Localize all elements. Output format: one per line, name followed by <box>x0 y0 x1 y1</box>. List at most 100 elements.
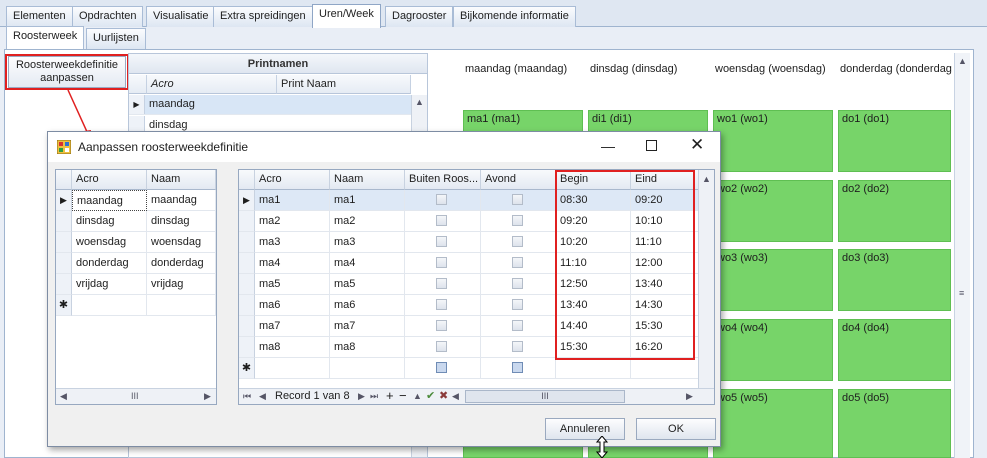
cell-buiten-rooster[interactable] <box>405 211 481 232</box>
ok-button[interactable]: OK <box>636 418 716 440</box>
cell-naam[interactable]: ma2 <box>330 211 405 232</box>
avond-checkbox-new[interactable] <box>512 362 523 373</box>
scroll-right-icon[interactable]: ▶ <box>204 391 211 402</box>
edit-record-icon[interactable]: ▲ <box>413 391 422 401</box>
cell-avond[interactable] <box>481 337 556 358</box>
cell-eind[interactable]: 15:30 <box>631 316 706 337</box>
slot-do5[interactable]: do5 (do5) <box>838 389 951 458</box>
buiten-rooster-checkbox[interactable] <box>436 257 447 268</box>
slot-wo3[interactable]: wo3 (wo3) <box>713 249 833 311</box>
table-row[interactable]: ▶ maandag <box>129 95 411 115</box>
scroll-up-icon[interactable]: ▲ <box>412 97 427 107</box>
cell-begin[interactable]: 11:10 <box>556 253 631 274</box>
slot-wo1[interactable]: wo1 (wo1) <box>713 110 833 172</box>
column-header-acro[interactable]: Acro <box>255 170 330 190</box>
slot-wo5[interactable]: wo5 (wo5) <box>713 389 833 458</box>
cell-begin[interactable]: 13:40 <box>556 295 631 316</box>
last-record-icon[interactable]: ⏭ <box>370 391 378 402</box>
column-header-naam[interactable]: Naam <box>330 170 405 190</box>
cell-acro[interactable]: ma5 <box>255 274 330 295</box>
buiten-rooster-checkbox-new[interactable] <box>436 362 447 373</box>
cell-acro[interactable]: ma3 <box>255 232 330 253</box>
dialog-titlebar[interactable]: Aanpassen roosterweekdefinitie — ✕ <box>48 132 720 162</box>
scroll-up-icon[interactable]: ▲ <box>955 56 970 66</box>
cell-avond[interactable] <box>481 316 556 337</box>
column-header-acro[interactable]: Acro <box>147 75 277 94</box>
new-row-cell[interactable] <box>72 295 147 316</box>
slot-do2[interactable]: do2 (do2) <box>838 180 951 242</box>
cell-eind[interactable]: 10:10 <box>631 211 706 232</box>
slot-do3[interactable]: do3 (do3) <box>838 249 951 311</box>
buiten-rooster-checkbox[interactable] <box>436 215 447 226</box>
slot-do1[interactable]: do1 (do1) <box>838 110 951 172</box>
cell-acro[interactable]: ma2 <box>255 211 330 232</box>
maximize-icon[interactable] <box>646 140 657 151</box>
avond-checkbox[interactable] <box>512 194 523 205</box>
horizontal-scrollbar[interactable]: ◀ III ▶ <box>56 388 216 404</box>
new-row-cell[interactable] <box>556 358 631 379</box>
buiten-rooster-checkbox[interactable] <box>436 236 447 247</box>
column-header-eind[interactable]: Eind <box>631 170 706 190</box>
close-icon[interactable]: ✕ <box>690 135 704 155</box>
delete-record-icon[interactable]: − <box>399 388 407 403</box>
cell-avond[interactable] <box>481 253 556 274</box>
cell-naam[interactable]: vrijdag <box>147 274 216 295</box>
new-row-cell[interactable] <box>631 358 706 379</box>
schedule-scrollbar[interactable]: ▲ ≡ <box>954 53 970 458</box>
new-row-cell[interactable] <box>481 358 556 379</box>
cell-naam[interactable]: donderdag <box>147 253 216 274</box>
column-header-naam[interactable]: Naam <box>147 170 216 190</box>
cell-naam[interactable]: ma5 <box>330 274 405 295</box>
vertical-scrollbar[interactable]: ▲ <box>698 170 714 388</box>
cell-acro[interactable]: donderdag <box>72 253 147 274</box>
cell-buiten-rooster[interactable] <box>405 190 481 211</box>
avond-checkbox[interactable] <box>512 320 523 331</box>
cell-naam[interactable]: maandag <box>147 190 216 211</box>
cancel-record-icon[interactable]: ✖ <box>439 389 448 402</box>
new-row-icon[interactable]: ✱ <box>56 295 72 316</box>
cell-naam[interactable]: dinsdag <box>147 211 216 232</box>
column-header-avond[interactable]: Avond <box>481 170 556 190</box>
cell-acro[interactable]: dinsdag <box>72 211 147 232</box>
scroll-thumb[interactable]: III <box>465 390 625 403</box>
cell-buiten-rooster[interactable] <box>405 337 481 358</box>
cell-naam[interactable]: ma1 <box>330 190 405 211</box>
cell-acro[interactable]: ma4 <box>255 253 330 274</box>
scroll-left-icon[interactable]: ◀ <box>60 391 67 402</box>
cell-avond[interactable] <box>481 211 556 232</box>
cell-buiten-rooster[interactable] <box>405 316 481 337</box>
first-record-icon[interactable]: ⏮ <box>243 391 251 402</box>
cell-avond[interactable] <box>481 190 556 211</box>
cell-acro[interactable]: vrijdag <box>72 274 147 295</box>
cell-buiten-rooster[interactable] <box>405 274 481 295</box>
avond-checkbox[interactable] <box>512 278 523 289</box>
cell-buiten-rooster[interactable] <box>405 295 481 316</box>
cell-acro[interactable]: ma6 <box>255 295 330 316</box>
cancel-button[interactable]: Annuleren <box>545 418 625 440</box>
avond-checkbox[interactable] <box>512 257 523 268</box>
avond-checkbox[interactable] <box>512 341 523 352</box>
avond-checkbox[interactable] <box>512 299 523 310</box>
cell-naam[interactable]: ma7 <box>330 316 405 337</box>
next-record-icon[interactable]: ▶ <box>358 391 365 402</box>
column-header-print-naam[interactable]: Print Naam <box>277 75 411 94</box>
column-header-buiten-rooster[interactable]: Buiten Roos... <box>405 170 481 190</box>
avond-checkbox[interactable] <box>512 236 523 247</box>
cell-acro[interactable]: ma8 <box>255 337 330 358</box>
new-row-cell[interactable] <box>330 358 405 379</box>
prev-record-icon[interactable]: ◀ <box>259 391 266 402</box>
scroll-up-icon[interactable]: ▲ <box>699 174 714 184</box>
cell-avond[interactable] <box>481 232 556 253</box>
cell-acro[interactable]: woensdag <box>72 232 147 253</box>
minimize-icon[interactable]: — <box>601 138 615 154</box>
cell-buiten-rooster[interactable] <box>405 253 481 274</box>
buiten-rooster-checkbox[interactable] <box>436 320 447 331</box>
new-row-cell[interactable] <box>405 358 481 379</box>
buiten-rooster-checkbox[interactable] <box>436 278 447 289</box>
cell-eind[interactable]: 11:10 <box>631 232 706 253</box>
cell-naam[interactable]: ma6 <box>330 295 405 316</box>
save-record-icon[interactable]: ✔ <box>426 389 435 402</box>
cell-begin[interactable]: 14:40 <box>556 316 631 337</box>
cell-acro[interactable]: ma7 <box>255 316 330 337</box>
slot-do4[interactable]: do4 (do4) <box>838 319 951 381</box>
